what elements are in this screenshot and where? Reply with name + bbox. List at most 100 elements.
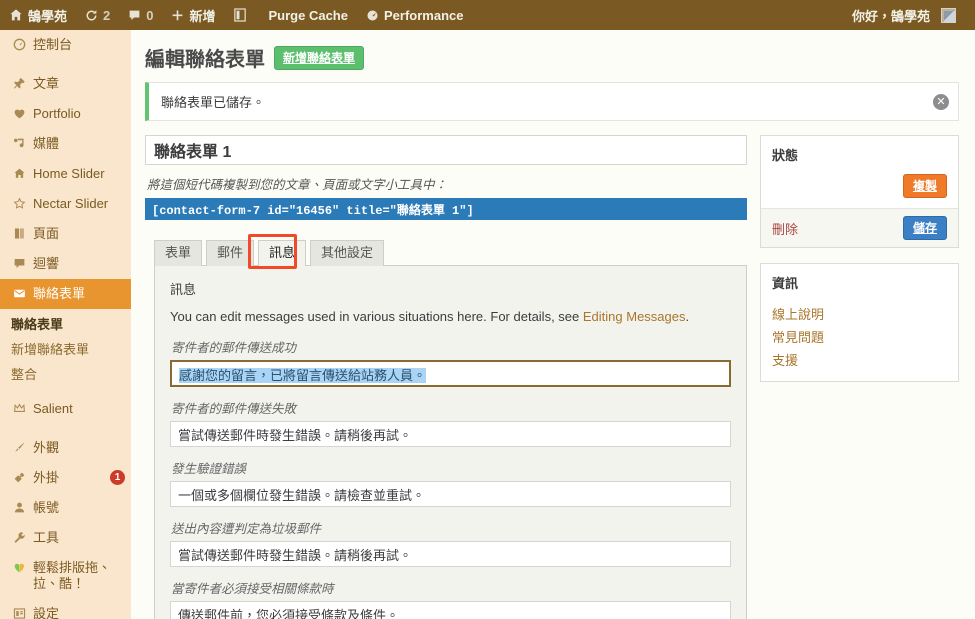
admin-bar-right: 你好，鵠學苑	[843, 0, 975, 30]
close-icon[interactable]: ✕	[933, 93, 949, 110]
sidebar-separator-2	[0, 424, 131, 433]
adminbar-new-label: 新增	[189, 8, 216, 24]
editor-tabs: 表單 郵件 訊息 其他設定	[154, 234, 747, 269]
sidebar-label-salient: Salient	[33, 401, 73, 416]
sidebar-item-portfolio[interactable]: Portfolio	[0, 99, 131, 129]
save-button[interactable]: 儲存	[902, 216, 947, 240]
adminbar-updates-count: 2	[103, 7, 111, 23]
status-box: 狀態 複製 刪除 儲存	[760, 135, 959, 248]
messages-heading: 訊息	[170, 282, 197, 297]
saved-notice: 聯絡表單已儲存。 ✕	[145, 82, 959, 121]
adminbar-comments[interactable]: 0	[119, 0, 162, 30]
sidebar-item-settings[interactable]: 設定	[0, 599, 131, 619]
sidebar-item-nectar-slider[interactable]: Nectar Slider	[0, 189, 131, 219]
sidebar-label-dashboard: 控制台	[33, 37, 73, 52]
salient-icon	[11, 401, 27, 417]
adminbar-new-content[interactable]: 新增	[162, 0, 224, 30]
comments-icon	[11, 256, 27, 272]
input-sender-failure-value: 嘗試傳送郵件時發生錯誤。請稍後再試。	[178, 428, 413, 443]
label-validation-error: 發生驗證錯誤	[171, 462, 247, 476]
messages-panel: 訊息 You can edit messages used in various…	[154, 265, 747, 619]
sidebar-item-tools[interactable]: 工具	[0, 523, 131, 553]
input-spam[interactable]: 嘗試傳送郵件時發生錯誤。請稍後再試。	[170, 541, 731, 567]
sidebar-label-portfolio: Portfolio	[33, 106, 81, 121]
input-validation-error[interactable]: 一個或多個欄位發生錯誤。請檢查並重試。	[170, 481, 731, 507]
adminbar-performance-label: Performance	[383, 7, 464, 23]
info-link-docs[interactable]: 線上說明	[772, 302, 947, 325]
sidebar-item-appearance[interactable]: 外觀	[0, 433, 131, 463]
submenu-item-contact-forms[interactable]: 聯絡表單	[11, 311, 131, 336]
secondary-column: 狀態 複製 刪除 儲存 資訊 線上說明 常見問題 支援	[760, 135, 959, 397]
sidebar-item-comments[interactable]: 迴響	[0, 249, 131, 279]
sidebar-item-plugins[interactable]: 外掛 1	[0, 463, 131, 493]
sidebar-item-home-slider[interactable]: Home Slider	[0, 159, 131, 189]
editing-messages-link[interactable]: Editing Messages	[583, 309, 686, 324]
sidebar-label-plugins: 外掛	[33, 470, 60, 485]
sidebar-label-comments: 迴響	[33, 256, 60, 271]
info-link-faq[interactable]: 常見問題	[772, 325, 947, 348]
sidebar-item-salient[interactable]: Salient	[0, 394, 131, 424]
adminbar-site-name[interactable]: 鵠學苑	[0, 0, 76, 30]
media-icon	[11, 136, 27, 152]
shortcode-input[interactable]	[145, 198, 747, 220]
sidebar-label-home-slider: Home Slider	[33, 166, 105, 181]
adminbar-purge-cache[interactable]: Purge Cache	[260, 0, 357, 30]
input-accept-terms[interactable]: 傳送郵件前，您必須接受條款及條件。	[170, 601, 731, 619]
page-header: 編輯聯絡表單 新增聯絡表單	[145, 43, 959, 72]
delete-link[interactable]: 刪除	[772, 219, 798, 238]
shortcode-hint: 將這個短代碼複製到您的文章、頁面或文字小工具中：	[147, 178, 448, 192]
info-box: 資訊 線上說明 常見問題 支援	[760, 263, 959, 382]
sidebar-item-users[interactable]: 帳號	[0, 493, 131, 523]
nectar-slider-icon	[11, 196, 27, 212]
sidebar-label-appearance: 外觀	[33, 440, 60, 455]
admin-sidebar: 控制台 文章 Portfolio 媒體 Home Slider Nectar S…	[0, 30, 131, 619]
tab-messages[interactable]: 訊息	[258, 240, 307, 266]
info-box-body: 線上說明 常見問題 支援	[761, 296, 958, 381]
performance-icon	[366, 9, 379, 22]
seo-icon	[233, 8, 246, 22]
home-slider-icon	[11, 166, 27, 182]
sidebar-label-pages: 頁面	[33, 226, 60, 241]
adminbar-purge-cache-label: Purge Cache	[268, 7, 348, 23]
adminbar-seo[interactable]	[225, 0, 260, 30]
tab-mail[interactable]: 郵件	[206, 240, 255, 266]
submenu-item-integration[interactable]: 整合	[11, 361, 131, 386]
sidebar-item-media[interactable]: 媒體	[0, 129, 131, 159]
sidebar-item-page-builder[interactable]: 輕鬆排版拖、拉、酷！	[0, 553, 131, 599]
tab-additional-settings[interactable]: 其他設定	[310, 240, 385, 266]
adminbar-comments-count: 0	[146, 7, 154, 23]
sidebar-item-contact-form[interactable]: 聯絡表單	[0, 279, 131, 309]
info-link-support[interactable]: 支援	[772, 348, 947, 371]
sidebar-label-media: 媒體	[33, 136, 60, 151]
adminbar-updates[interactable]: 2	[76, 0, 119, 30]
input-sender-success-value: 感謝您的留言，已將留言傳送給站務人員。	[179, 368, 427, 383]
label-accept-terms: 當寄件者必須接受相關條款時	[171, 582, 334, 596]
sidebar-label-tools: 工具	[33, 530, 60, 545]
admin-bar: 鵠學苑 2 0 新增 Purge Cache Performance 你好，鵠學…	[0, 0, 975, 30]
tools-icon	[11, 530, 27, 546]
add-new-form-button[interactable]: 新增聯絡表單	[274, 45, 365, 70]
posts-icon	[11, 76, 27, 92]
comments-icon	[128, 9, 141, 22]
saved-notice-text: 聯絡表單已儲存。	[161, 95, 266, 110]
page-title: 編輯聯絡表單	[145, 49, 265, 71]
label-spam: 送出內容遭判定為垃圾郵件	[171, 522, 322, 536]
input-sender-failure[interactable]: 嘗試傳送郵件時發生錯誤。請稍後再試。	[170, 421, 731, 447]
app-root: 鵠學苑 2 0 新增 Purge Cache Performance 你好，鵠學…	[0, 0, 975, 619]
page-builder-icon	[11, 560, 27, 576]
tab-form[interactable]: 表單	[154, 240, 203, 266]
input-accept-terms-value: 傳送郵件前，您必須接受條款及條件。	[178, 608, 400, 619]
sidebar-item-posts[interactable]: 文章	[0, 69, 131, 99]
copy-button[interactable]: 複製	[902, 174, 947, 198]
pages-icon	[11, 226, 27, 242]
submenu-item-add-new[interactable]: 新增聯絡表單	[11, 336, 131, 361]
adminbar-performance[interactable]: Performance	[357, 0, 472, 30]
sidebar-item-dashboard[interactable]: 控制台	[0, 30, 131, 60]
sidebar-separator-1	[0, 60, 131, 69]
sidebar-label-settings: 設定	[33, 606, 60, 619]
input-sender-success[interactable]: 感謝您的留言，已將留言傳送給站務人員。	[170, 360, 731, 387]
sidebar-label-posts: 文章	[33, 76, 60, 91]
form-title-input[interactable]	[145, 135, 747, 165]
adminbar-my-account[interactable]: 你好，鵠學苑	[843, 0, 965, 30]
sidebar-item-pages[interactable]: 頁面	[0, 219, 131, 249]
